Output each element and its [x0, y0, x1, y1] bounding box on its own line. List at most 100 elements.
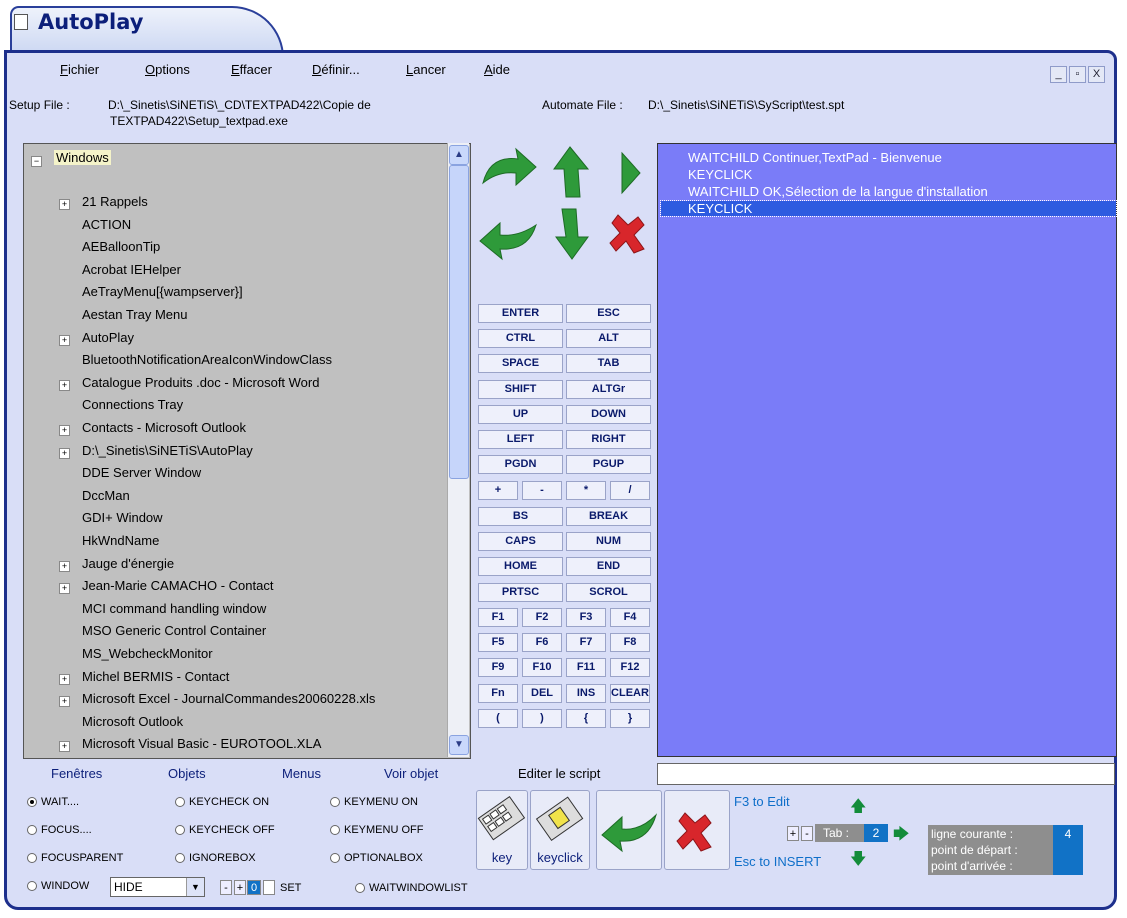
key-ctrl-button[interactable]: CTRL [478, 329, 563, 349]
right-arrow-icon[interactable]: 🡆 [893, 823, 910, 850]
radio-circle[interactable] [27, 825, 37, 835]
collapse-icon[interactable]: − [31, 156, 42, 167]
up-arrow-icon[interactable]: 🡅 [850, 795, 866, 822]
down-arrow-icon[interactable] [555, 208, 589, 260]
tree-item[interactable]: Microsoft Visual Basic - EUROTOOL.XLA [82, 736, 321, 751]
decrement-button[interactable]: - [220, 880, 232, 895]
tree-item[interactable]: Microsoft Excel - JournalCommandes200602… [82, 691, 375, 706]
key-op3-button[interactable]: / [610, 481, 650, 500]
key-enter-button[interactable]: ENTER [478, 304, 563, 323]
tree-item[interactable]: DccMan [82, 488, 130, 503]
tree-item[interactable]: Connections Tray [82, 397, 183, 412]
radio-optionalbox[interactable]: OPTIONALBOX [330, 852, 423, 864]
tree-item[interactable]: 21 Rappels [82, 194, 148, 209]
expand-icon[interactable]: + [59, 741, 70, 753]
minimize-button[interactable]: _ [1050, 66, 1067, 83]
radio-keycheck-off[interactable]: KEYCHECK OFF [175, 824, 275, 836]
expand-icon[interactable]: + [59, 696, 70, 708]
key-s11-button[interactable]: F6 [522, 633, 562, 653]
script-editor[interactable]: WAITCHILD Continuer,TextPad - Bienvenue K… [657, 143, 1117, 757]
key-break-button[interactable]: BREAK [566, 507, 651, 526]
key-s21-button[interactable]: F10 [522, 658, 562, 678]
tree-scrollbar[interactable]: ▲ ▼ [447, 143, 469, 757]
tab-menus[interactable]: Menus [282, 766, 321, 781]
key-scrol-button[interactable]: SCROL [566, 582, 651, 602]
expand-icon[interactable]: + [59, 334, 70, 346]
radio-keycheck-on[interactable]: KEYCHECK ON [175, 796, 269, 808]
tree-item[interactable]: Jauge d'énergie [82, 556, 174, 571]
key-s20-button[interactable]: F9 [478, 658, 518, 678]
tab-value[interactable]: 2 [864, 824, 888, 842]
key-s40-button[interactable]: ( [478, 708, 518, 728]
key-op2-button[interactable]: * [566, 481, 606, 500]
radio-circle[interactable] [175, 825, 185, 835]
key-s41-button[interactable]: ) [522, 708, 562, 728]
expand-icon[interactable]: + [59, 673, 70, 685]
tree-item[interactable]: BluetoothNotificationAreaIconWindowClass [82, 352, 332, 367]
menu-fichier[interactable]: Fichier [60, 62, 99, 77]
down-arrow-icon[interactable]: 🡇 [850, 848, 866, 875]
key-num-button[interactable]: NUM [566, 532, 651, 552]
key-left-button[interactable]: LEFT [478, 430, 563, 449]
tree-item[interactable]: Jean-Marie CAMACHO - Contact [82, 578, 273, 593]
key-s23-button[interactable]: F12 [610, 658, 650, 678]
undo-arrow-icon[interactable] [479, 221, 537, 261]
tree-item[interactable]: Acrobat IEHelper [82, 262, 181, 277]
key-up-button[interactable]: UP [478, 404, 563, 424]
menu-options[interactable]: Options [145, 62, 190, 77]
radio-ignorebox[interactable]: IGNOREBOX [175, 852, 256, 864]
key-end-button[interactable]: END [566, 557, 651, 577]
radio-focusparent[interactable]: FOCUSPARENT [27, 852, 123, 864]
radio-circle[interactable] [27, 853, 37, 863]
radio-window[interactable]: WINDOW [27, 880, 89, 892]
menu-effacer[interactable]: Effacer [231, 62, 272, 77]
key-alt-button[interactable]: ALT [566, 329, 651, 349]
expand-icon[interactable]: + [59, 560, 70, 572]
key-s10-button[interactable]: F5 [478, 633, 518, 653]
key-pgdn-button[interactable]: PGDN [478, 455, 563, 475]
tree-item[interactable]: Aestan Tray Menu [82, 307, 188, 322]
redo-arrow-icon[interactable] [482, 147, 537, 187]
radio-circle[interactable] [175, 853, 185, 863]
radio-circle[interactable] [27, 797, 37, 807]
key-s32-button[interactable]: INS [566, 683, 606, 703]
command-input[interactable] [657, 763, 1115, 785]
tab-editer-script[interactable]: Editer le script [518, 766, 600, 781]
tree-item[interactable]: GDI+ Window [82, 510, 163, 525]
key-space-button[interactable]: SPACE [478, 354, 563, 374]
radio-circle[interactable] [330, 853, 340, 863]
menu-definir[interactable]: Définir... [312, 62, 360, 77]
tree-item[interactable]: DDE Server Window [82, 465, 201, 480]
radio-waitwindowlist[interactable]: WAITWINDOWLIST [355, 882, 468, 894]
key-button[interactable]: key [476, 790, 528, 870]
undo-button[interactable] [596, 790, 662, 870]
key-altgr-button[interactable]: ALTGr [566, 379, 651, 399]
menu-aide[interactable]: Aide [484, 62, 510, 77]
script-line[interactable]: WAITCHILD Continuer,TextPad - Bienvenue [688, 150, 942, 165]
key-s02-button[interactable]: F3 [566, 608, 606, 627]
key-s43-button[interactable]: } [610, 708, 650, 728]
tab-plus-button[interactable]: + [787, 826, 799, 841]
key-tab-button[interactable]: TAB [566, 354, 651, 374]
tree-item[interactable]: D:\_Sinetis\SiNETiS\AutoPlay [82, 443, 253, 458]
tree-item[interactable]: MCI command handling window [82, 601, 266, 616]
radio-wait[interactable]: WAIT.... [27, 796, 79, 808]
scroll-up-icon[interactable]: ▲ [449, 145, 469, 165]
key-s03-button[interactable]: F4 [610, 608, 650, 627]
tree-item[interactable]: AEBalloonTip [82, 239, 160, 254]
tree-item[interactable]: ACTION [82, 217, 131, 232]
tree-item[interactable]: AeTrayMenu[{wampserver}] [82, 284, 243, 299]
tab-fenetres[interactable]: Fenêtres [51, 766, 102, 781]
tree-item[interactable]: AutoPlay [82, 330, 134, 345]
expand-icon[interactable]: + [59, 199, 70, 210]
tree-item[interactable]: Contacts - Microsoft Outlook [82, 420, 246, 435]
radio-circle[interactable] [27, 881, 37, 891]
window-tree[interactable]: − Windows +21 Rappels ACTION AEBalloonTip A… [23, 143, 471, 759]
restore-button[interactable]: ▫ [1069, 66, 1086, 83]
script-line[interactable]: KEYCLICK [660, 200, 1117, 217]
key-prtsc-button[interactable]: PRTSC [478, 582, 563, 602]
key-down-button[interactable]: DOWN [566, 404, 651, 424]
key-s33-button[interactable]: CLEAR [610, 683, 650, 703]
key-shift-button[interactable]: SHIFT [478, 379, 563, 399]
radio-focus[interactable]: FOCUS.... [27, 824, 92, 836]
